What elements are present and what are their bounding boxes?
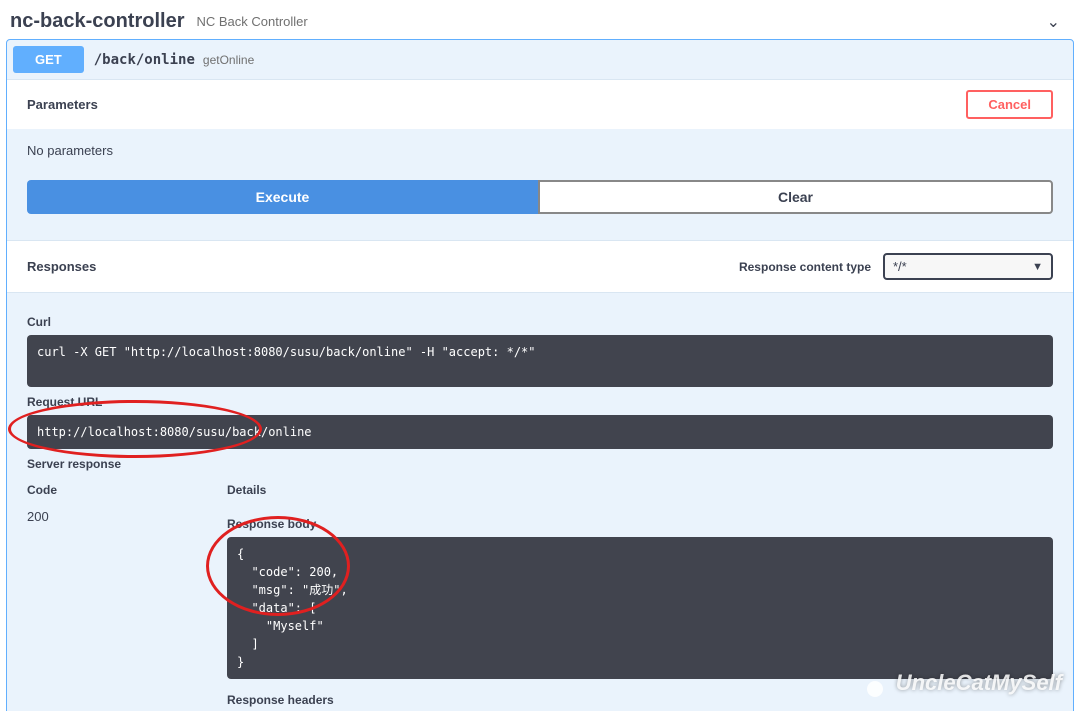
curl-label: Curl — [27, 315, 1053, 329]
curl-command[interactable]: curl -X GET "http://localhost:8080/susu/… — [27, 335, 1053, 387]
parameters-body: No parameters Execute Clear — [7, 129, 1073, 234]
cancel-button[interactable]: Cancel — [966, 90, 1053, 119]
request-url-label: Request URL — [27, 395, 1053, 409]
chevron-down-icon: ▼ — [1032, 261, 1043, 273]
execute-row: Execute Clear — [27, 180, 1053, 214]
parameters-title: Parameters — [27, 97, 98, 112]
responses-title: Responses — [27, 259, 96, 274]
wechat-icon — [867, 681, 883, 697]
operation-block: GET /back/online getOnline Parameters Ca… — [6, 39, 1074, 711]
no-parameters-text: No parameters — [27, 143, 1053, 158]
content-type-select[interactable]: */* ▼ — [883, 253, 1053, 280]
operation-summary[interactable]: GET /back/online getOnline — [7, 40, 1073, 79]
response-body-label: Response body — [227, 517, 1053, 531]
operation-path: /back/online — [94, 52, 195, 68]
watermark: UncleCatMySelf — [854, 669, 1062, 697]
section-header[interactable]: nc-back-controller NC Back Controller ⌄ — [0, 0, 1080, 39]
status-code: 200 — [27, 503, 227, 530]
content-type-value: */* — [893, 259, 907, 274]
operation-description: getOnline — [203, 53, 254, 67]
chevron-down-icon[interactable]: ⌄ — [1047, 12, 1060, 32]
execute-button[interactable]: Execute — [27, 180, 538, 214]
section-description: NC Back Controller — [196, 14, 307, 29]
responses-header: Responses Response content type */* ▼ — [7, 240, 1073, 293]
request-url-value[interactable]: http://localhost:8080/susu/back/online — [27, 415, 1053, 449]
content-type-label: Response content type — [739, 260, 871, 274]
http-method-badge: GET — [13, 46, 84, 73]
content-type-group: Response content type */* ▼ — [739, 253, 1053, 280]
code-column-header: Code — [27, 477, 227, 503]
watermark-text: UncleCatMySelf — [896, 670, 1062, 696]
clear-button[interactable]: Clear — [538, 180, 1053, 214]
parameters-header: Parameters Cancel — [7, 79, 1073, 129]
section-tag: nc-back-controller — [10, 10, 184, 33]
live-response: Curl curl -X GET "http://localhost:8080/… — [7, 293, 1073, 711]
server-response-label: Server response — [27, 457, 1053, 471]
details-column-header: Details — [227, 477, 1053, 503]
response-body-value[interactable]: { "code": 200, "msg": "成功", "data": [ "M… — [227, 537, 1053, 679]
